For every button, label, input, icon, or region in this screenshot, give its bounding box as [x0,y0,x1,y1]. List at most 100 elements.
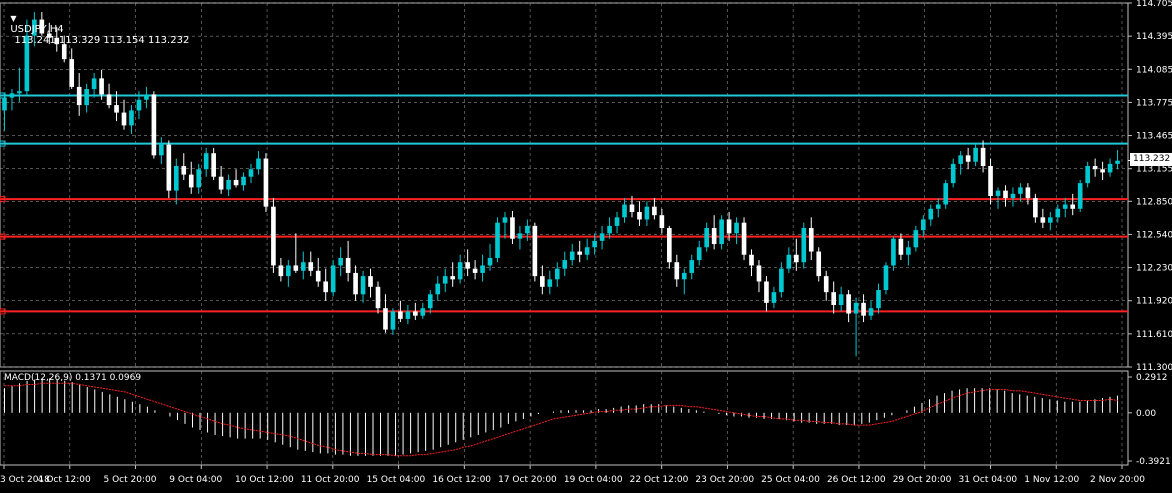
bullish-candle [913,230,919,248]
ohlc-values: 113.241 113.329 113.154 113.232 [14,35,190,46]
bullish-candle [2,97,7,111]
bearish-candle [61,44,67,60]
current-price-tag: 113.232 [1130,153,1172,166]
bullish-candle [330,265,336,293]
bullish-candle [995,190,1001,196]
bearish-candle [450,276,456,280]
bullish-candle [144,94,149,100]
bullish-candle [1107,163,1113,173]
chart-header: ▼ USDJPY,H4 113.241 113.329 113.154 113.… [4,2,189,46]
bearish-candle [831,292,836,305]
bullish-candle [435,283,441,295]
bullish-candle [906,247,911,255]
bullish-candle [196,169,202,188]
bearish-candle [637,211,642,220]
bullish-candle [91,78,97,90]
bearish-candle [510,217,515,239]
bearish-candle [965,155,971,162]
x-tick-label: 22 Oct 12:00 [630,475,689,485]
bullish-candle [607,225,612,234]
bullish-candle [1085,166,1090,184]
bullish-candle [928,208,934,220]
bearish-candle [323,281,329,293]
bullish-candle [779,268,784,293]
bearish-candle [69,59,75,87]
bearish-candle [629,204,635,212]
bullish-candle [517,233,523,239]
y-tick-label: 111.920 [1136,297,1172,307]
bullish-candle [562,260,568,269]
bearish-candle [667,228,672,263]
x-tick-label: 19 Oct 04:00 [564,475,623,485]
bullish-candle [853,302,859,314]
y-tick-label: 113.775 [1136,98,1172,108]
bullish-candle [502,217,508,223]
x-tick-label: 10 Oct 12:00 [235,475,294,485]
bullish-candle [256,158,261,170]
macd-signal-line [4,382,1118,457]
bullish-candle [719,219,724,245]
bullish-candle [973,147,978,162]
y-tick-label: 114.705 [1136,0,1172,9]
chart-window[interactable]: 114.705 114.395 114.085 113.775 113.465 113.1… [0,0,1172,489]
bullish-candle [457,262,463,280]
bearish-candle [1092,166,1098,170]
bullish-candle [136,99,142,111]
bearish-candle [674,262,680,280]
bullish-candle [420,308,426,316]
x-tick-label: 23 Oct 20:00 [695,475,754,485]
bearish-candle [756,265,762,282]
x-tick-label: 2 Nov 20:00 [1090,475,1145,485]
bullish-candle [681,272,687,280]
bearish-candle [1100,169,1105,173]
x-tick-label: 26 Oct 12:00 [827,475,886,485]
bullish-candle [644,206,650,220]
bullish-candle [801,228,807,263]
x-tick-label: 29 Oct 20:00 [893,475,952,485]
y-tick-label: 111.610 [1136,330,1172,340]
x-tick-label: 16 Oct 12:00 [432,475,491,485]
bullish-candle [622,204,627,218]
bullish-candle [286,265,291,277]
price-chart[interactable]: 114.705 114.395 114.085 113.775 113.465 113.1… [0,0,1172,489]
y-tick-label: 112.850 [1136,197,1172,207]
bullish-candle [300,262,306,271]
bearish-candle [1040,217,1046,223]
bullish-candle [390,311,396,330]
dropdown-arrow-icon[interactable]: ▼ [10,14,16,23]
y-tick-label: 113.465 [1136,132,1172,142]
bullish-candle [9,93,15,98]
bearish-candle [898,238,904,255]
bullish-candle [1115,160,1120,164]
bullish-candle [241,176,246,186]
macd-label: MACD(12,26,9) 0.1371 0.0969 [4,373,142,383]
bullish-candle [614,217,620,226]
bearish-candle [383,308,388,330]
bearish-candle [413,311,418,316]
bullish-candle [958,155,963,164]
bearish-candle [577,251,583,255]
macd-tick-label: -0.3921 [1136,457,1171,467]
bearish-candle [315,270,321,282]
bearish-candle [353,272,358,295]
y-tick-label: 111.300 [1136,363,1172,373]
bearish-candle [106,94,112,106]
bullish-candle [1018,187,1023,194]
bearish-candle [99,78,104,95]
bearish-candle [988,166,993,196]
macd-tick-label: 0.2912 [1136,373,1168,383]
bearish-candle [76,86,82,106]
y-tick-label: 112.540 [1136,230,1172,240]
indicator-pane-border [0,370,1129,466]
bullish-candle [338,257,343,266]
bearish-candle [166,144,172,191]
bearish-candle [263,158,269,207]
bearish-candle [861,302,866,316]
bearish-candle [218,176,224,190]
bullish-candle [480,265,485,273]
bullish-candle [883,265,889,291]
bullish-candle [159,144,164,156]
bullish-candle [838,294,844,305]
x-tick-label: 15 Oct 04:00 [367,475,426,485]
x-tick-label: 11 Oct 20:00 [301,475,360,485]
